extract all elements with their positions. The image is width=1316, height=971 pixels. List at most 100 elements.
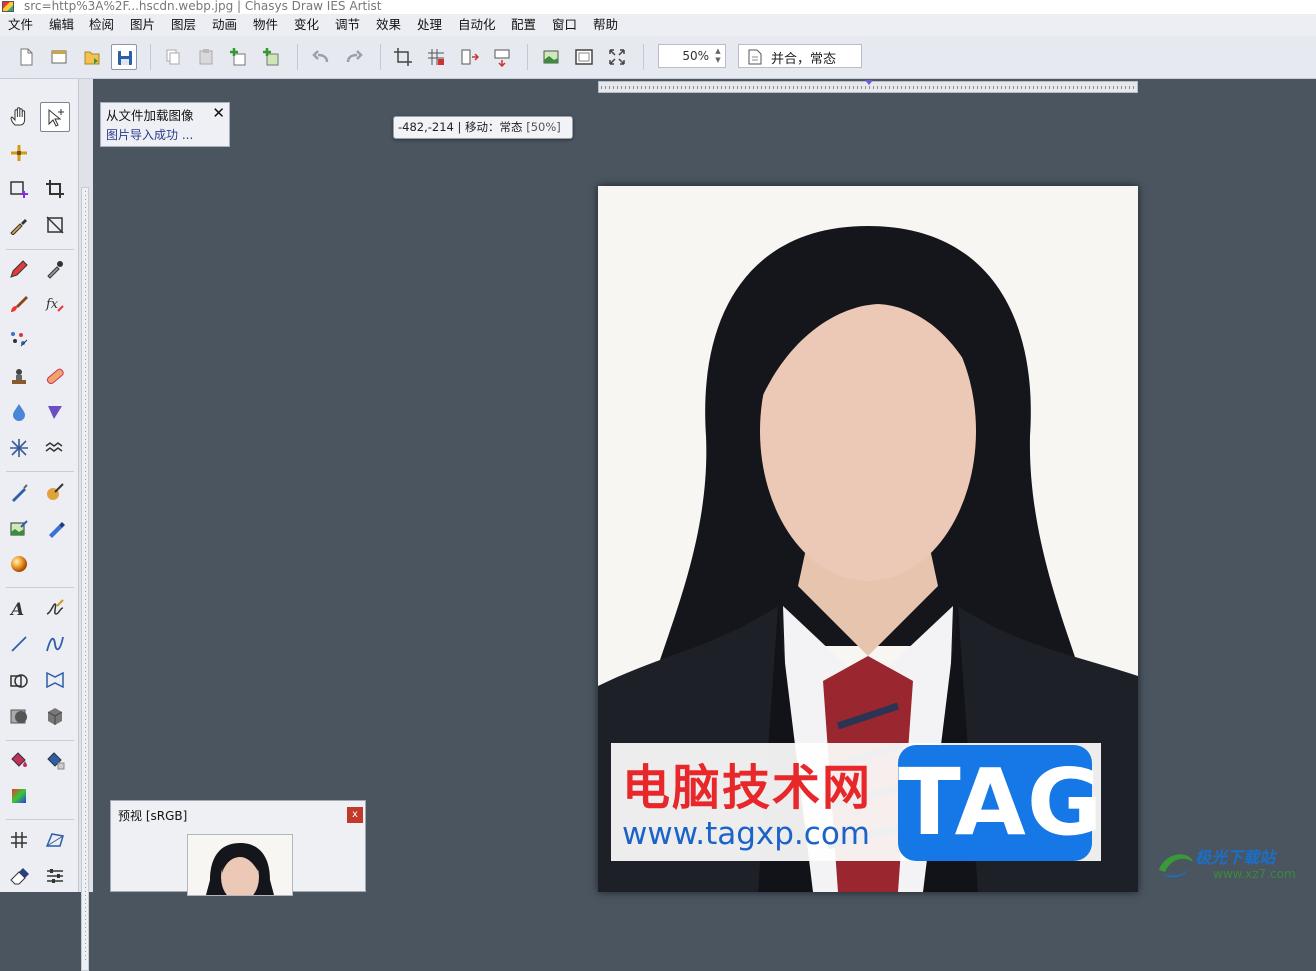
menu-effects[interactable]: 效果 <box>376 17 401 33</box>
vertical-ruler <box>85 191 86 961</box>
sphere-tool[interactable] <box>4 549 34 579</box>
fx-brush-tool[interactable]: fx <box>40 289 70 319</box>
warp-tool[interactable] <box>40 665 70 695</box>
blend-mode-label: 并合，常态 <box>771 52 837 67</box>
cube-icon <box>47 708 63 725</box>
notification-close-button[interactable]: ✕ <box>212 104 225 122</box>
signature-icon <box>46 599 64 615</box>
open-button[interactable] <box>46 44 72 70</box>
add-layer-from-button[interactable] <box>259 44 285 70</box>
frame-button[interactable] <box>571 44 597 70</box>
menu-file[interactable]: 文件 <box>8 17 33 33</box>
zoom-spin-icon[interactable]: ▲ ▼ <box>713 47 723 65</box>
healing-tool[interactable] <box>40 361 70 391</box>
image-edit-tool[interactable] <box>4 513 34 543</box>
vertical-scrollbar[interactable] <box>78 79 93 971</box>
crop-canvas-icon <box>394 48 412 66</box>
tools-separator <box>6 740 74 741</box>
move-select-tool[interactable] <box>40 102 70 132</box>
pencil-tool[interactable] <box>4 254 34 284</box>
menu-automation[interactable]: 自动化 <box>458 17 496 33</box>
transform-tool[interactable] <box>40 210 70 240</box>
zoom-stepper[interactable]: 50% ▲ ▼ <box>658 44 726 68</box>
color-brush-tool[interactable] <box>40 477 70 507</box>
stamp-tool[interactable] <box>4 361 34 391</box>
menu-adjust[interactable]: 调节 <box>335 17 360 33</box>
blur-tool[interactable] <box>4 397 34 427</box>
menu-window[interactable]: 窗口 <box>552 17 577 33</box>
menu-image[interactable]: 图片 <box>130 17 155 33</box>
line-tool[interactable] <box>4 629 34 659</box>
eraser-tool[interactable] <box>4 861 34 891</box>
shapes-icon <box>10 674 28 688</box>
crop-tool[interactable] <box>40 174 70 204</box>
watermark-title: 电脑技术网 <box>622 760 873 816</box>
image-view-button[interactable] <box>538 44 564 70</box>
3d-sphere-tool[interactable] <box>4 701 34 731</box>
tools-separator <box>6 471 74 472</box>
gradient-tool[interactable] <box>4 781 34 811</box>
preview-thumbnail <box>187 834 293 896</box>
redo-button[interactable] <box>341 44 367 70</box>
wave-tool[interactable] <box>40 433 70 463</box>
signature-tool[interactable] <box>40 593 70 623</box>
marker-tool[interactable] <box>40 513 70 543</box>
smudge-tool[interactable] <box>40 397 70 427</box>
menu-edit[interactable]: 编辑 <box>49 17 74 33</box>
grid-tool[interactable] <box>4 825 34 855</box>
blend-mode-selector[interactable]: 并合，常态 <box>738 44 862 68</box>
crop-canvas-button[interactable] <box>390 44 416 70</box>
copy-button[interactable] <box>160 44 186 70</box>
sliders-icon <box>47 869 63 883</box>
menu-layer[interactable]: 图层 <box>171 17 196 33</box>
eyedropper-tool[interactable] <box>4 210 34 240</box>
menu-review[interactable]: 检阅 <box>89 17 114 33</box>
save-button[interactable] <box>111 44 137 70</box>
3d-cube-tool[interactable] <box>40 701 70 731</box>
curve-tool[interactable] <box>40 629 70 659</box>
zoom-value: 50% <box>682 49 709 63</box>
pattern-fill-tool[interactable] <box>40 745 70 775</box>
sparkle-tool[interactable] <box>4 433 34 463</box>
undo-button[interactable] <box>308 44 334 70</box>
marker-icon <box>49 522 65 538</box>
menu-process[interactable]: 处理 <box>417 17 442 33</box>
fit-screen-button[interactable] <box>604 44 630 70</box>
paint-brush-tool[interactable] <box>4 477 34 507</box>
add-point-tool[interactable] <box>4 138 34 168</box>
menu-object[interactable]: 物件 <box>253 17 278 33</box>
scatter-dots-icon <box>11 332 28 347</box>
flip-horizontal-button[interactable] <box>456 44 482 70</box>
text-tool[interactable]: A <box>4 593 34 623</box>
shapes-tool[interactable] <box>4 665 34 695</box>
flip-vertical-button[interactable] <box>489 44 515 70</box>
perspective-icon <box>45 833 64 847</box>
menu-config[interactable]: 配置 <box>511 17 536 33</box>
menu-help[interactable]: 帮助 <box>593 17 618 33</box>
grid-button[interactable] <box>423 44 449 70</box>
hash-grid-icon <box>11 832 27 848</box>
perspective-tool[interactable] <box>40 825 70 855</box>
paste-button[interactable] <box>193 44 219 70</box>
warp-icon <box>46 671 64 689</box>
new-file-button[interactable] <box>13 44 39 70</box>
toolbar-separator <box>297 44 298 70</box>
scatter-tool[interactable] <box>4 325 34 355</box>
menu-transform[interactable]: 变化 <box>294 17 319 33</box>
folder-icon <box>84 51 100 65</box>
preview-portrait <box>188 835 292 895</box>
rect-select-tool[interactable] <box>4 174 34 204</box>
open-folder-button[interactable] <box>79 44 105 70</box>
paint-bucket-icon <box>11 752 27 767</box>
menu-animation[interactable]: 动画 <box>212 17 237 33</box>
fill-tool[interactable] <box>4 745 34 775</box>
color-picker-brush-tool[interactable] <box>40 254 70 284</box>
copy-icon <box>166 49 180 65</box>
add-layer-button[interactable] <box>226 44 252 70</box>
brush-tool[interactable] <box>4 289 34 319</box>
undo-icon <box>312 50 329 63</box>
hand-tool[interactable] <box>4 102 34 132</box>
toolbar-separator <box>150 44 151 70</box>
preview-close-button[interactable]: x <box>347 807 363 823</box>
adjust-tool[interactable] <box>40 861 70 891</box>
